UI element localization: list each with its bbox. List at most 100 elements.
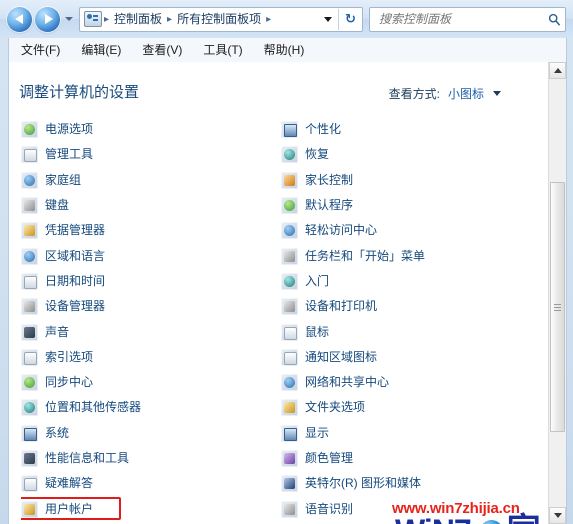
control-panel-item[interactable]: 恢复 [281,142,543,167]
control-panel-item[interactable]: 疑难解答 [21,471,283,496]
scrollbar-thumb[interactable] [550,182,565,432]
control-panel-item[interactable]: 设备和打印机 [281,294,543,319]
control-panel-icon [84,11,102,27]
folder-options-icon [281,399,298,417]
control-panel-item-label: 日期和时间 [45,273,106,288]
scrollbar-grip-icon [554,303,561,311]
control-panel-item[interactable]: 电源选项 [21,117,283,142]
administrative-tools-icon [21,146,38,164]
control-panel-item[interactable]: 个性化 [281,117,543,142]
control-panel-item-label: 颜色管理 [305,451,354,465]
keyboard-icon [21,197,38,215]
control-panel-item[interactable]: 索引选项 [21,345,283,370]
control-panel-item[interactable]: 同步中心 [21,370,283,395]
control-panel-item[interactable]: 鼠标 [281,319,543,344]
parental-controls-icon [281,171,298,189]
control-panel-item[interactable]: 管理工具 [21,142,283,167]
control-panel-item[interactable]: 系统 [21,421,283,446]
search-box[interactable] [369,6,566,32]
control-panel-item-label: 任务栏和「开始」菜单 [305,248,426,263]
control-panel-item[interactable]: 任务栏和「开始」菜单 [281,243,543,268]
breadcrumb-separator-0: ▸ [104,13,110,25]
display-icon [281,424,298,442]
search-input[interactable] [377,8,543,30]
performance-info-icon [21,450,38,467]
control-panel-item[interactable]: 语音识别 [281,496,543,521]
control-panel-item-label: 网络和共享中心 [305,375,390,390]
intel-graphics-media-icon [281,475,298,493]
control-panel-item-label: 键盘 [45,198,70,213]
control-panel-item[interactable]: 凭据管理器 [21,218,283,243]
control-panel-item-label: 轻松访问中心 [305,223,378,238]
vertical-scrollbar[interactable] [548,62,566,524]
sync-center-icon [21,374,38,392]
control-panel-item[interactable]: 用户帐户 [21,496,283,521]
control-panel-item-label: 电源选项 [45,122,94,137]
back-button[interactable] [7,6,32,32]
control-panel-item-label: 通知区域图标 [305,349,378,364]
control-panel-item-label: 语音识别 [305,501,354,516]
view-by-value[interactable]: 小图标 [448,85,484,102]
control-panel-item[interactable]: 英特尔(R) 图形和媒体 [281,471,543,496]
forward-button[interactable] [35,6,60,32]
menu-item-edit[interactable]: 编辑(E) [72,40,130,60]
view-by-control[interactable]: 查看方式: 小图标 [389,85,501,102]
control-panel-item[interactable]: 文件夹选项 [281,395,543,420]
control-panel-item[interactable]: 性能信息和工具 [21,446,283,471]
control-panel-window: ▸ 控制面板 ▸ 所有控制面板项 ▸ ↻ 文件(F) 编辑(E) 查看(V) 工… [0,0,573,524]
breadcrumb-item-control-panel[interactable]: 控制面板 [111,9,165,30]
breadcrumb[interactable]: ▸ 控制面板 ▸ 所有控制面板项 ▸ ↻ [79,6,363,32]
control-panel-item[interactable]: 颜色管理 [281,446,543,471]
menu-item-tools[interactable]: 工具(T) [194,40,251,60]
control-panel-item[interactable]: 家长控制 [281,168,543,193]
credential-manager-icon [21,222,38,240]
control-panel-item[interactable]: 家庭组 [21,168,283,193]
chevron-down-icon [324,16,332,22]
scroll-up-button[interactable] [549,62,566,79]
breadcrumb-item-all-items[interactable]: 所有控制面板项 [174,9,264,30]
control-panel-item[interactable]: 显示 [281,421,543,446]
menu-item-view[interactable]: 查看(V) [133,40,191,60]
control-panel-item-label: 恢复 [305,147,330,162]
control-panel-item-label: 管理工具 [45,147,94,162]
menu-bar: 文件(F) 编辑(E) 查看(V) 工具(T) 帮助(H) [8,38,567,62]
menu-item-help[interactable]: 帮助(H) [255,40,314,60]
menu-item-file[interactable]: 文件(F) [12,40,69,60]
control-panel-item[interactable]: 键盘 [21,193,283,218]
recovery-icon [281,146,298,164]
control-panel-item[interactable]: 位置和其他传感器 [21,395,283,420]
control-panel-item-label: 用户帐户 [45,501,94,516]
default-programs-icon [281,197,298,215]
control-panel-item-label: 默认程序 [305,198,354,213]
color-management-icon [281,450,298,467]
network-sharing-center-icon [281,374,298,392]
homegroup-icon [21,171,38,189]
control-panel-item-label: 索引选项 [45,349,94,364]
power-options-icon [21,121,38,139]
region-and-language-icon [21,247,38,265]
control-panel-item-label: 英特尔(R) 图形和媒体 [305,476,421,491]
control-panel-item[interactable]: 轻松访问中心 [281,218,543,243]
control-panel-item[interactable]: 区域和语言 [21,243,283,268]
control-panel-item-label: 鼠标 [305,324,330,339]
troubleshooting-icon [21,475,38,493]
chevron-down-icon[interactable] [493,91,501,96]
control-panel-item[interactable]: 日期和时间 [21,269,283,294]
recent-locations-caret-icon[interactable] [65,17,73,21]
view-by-label: 查看方式: [388,87,440,101]
control-panel-item[interactable]: 入门 [281,269,543,294]
control-panel-items-grid: 电源选项管理工具家庭组键盘凭据管理器 区域和语言日期和时间设备管理器 声音索引选项同… [9,117,547,522]
refresh-button[interactable]: ↻ [338,8,362,30]
scroll-down-button[interactable] [549,507,566,524]
control-panel-item[interactable]: 声音 [21,319,283,344]
breadcrumb-separator-2: ▸ [266,13,272,25]
sound-icon [21,323,38,341]
notification-area-icons-icon [281,348,298,366]
control-panel-item[interactable]: 设备管理器 [21,294,283,319]
control-panel-item[interactable]: 网络和共享中心 [281,370,543,395]
back-arrow-icon [14,14,23,24]
breadcrumb-dropdown-button[interactable] [318,9,338,30]
control-panel-item-label: 文件夹选项 [305,400,366,415]
control-panel-item[interactable]: 默认程序 [281,193,543,218]
control-panel-item[interactable]: 通知区域图标 [281,345,543,370]
